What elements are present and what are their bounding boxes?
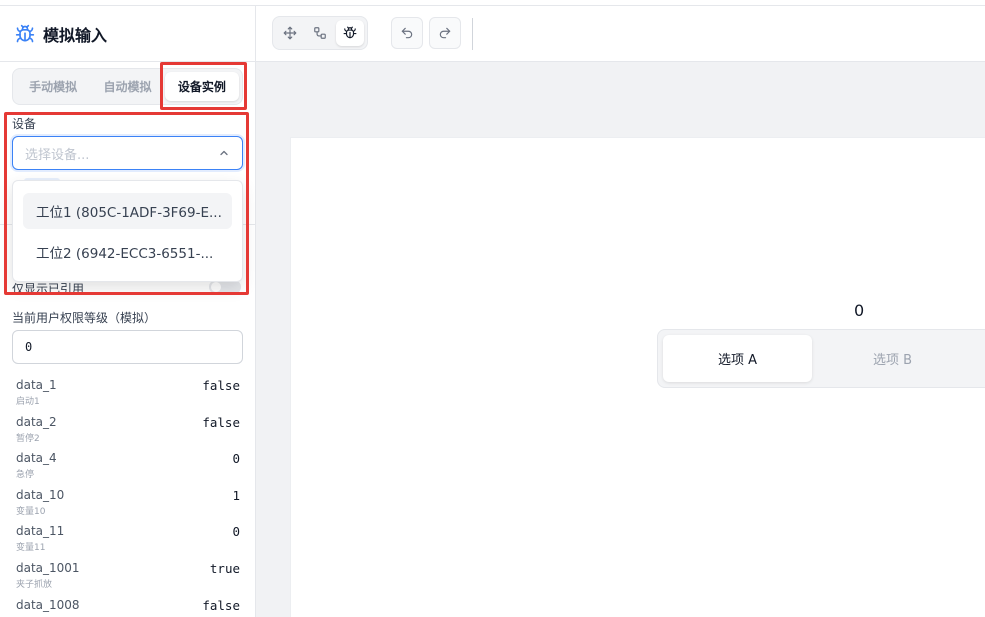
variable-list: data_1 启动1 false data_2 暂停2 false data_4… [16,378,240,617]
sidebar-title: 模拟输入 [43,25,108,45]
segment-option-a[interactable]: 选项 A [663,335,812,382]
device-label: 设备 [12,117,37,131]
value-display: 0 [854,301,865,320]
variable-value: false [202,378,240,393]
variable-description: 暂停2 [16,433,40,444]
variable-name: data_4 [16,451,57,466]
segment-option-b[interactable]: 选项 B [818,335,967,382]
variable-description: 变量11 [16,543,46,554]
toolbar-divider [472,18,473,50]
editor-canvas[interactable]: 0 选项 A 选项 B [256,62,985,617]
device-option-1[interactable]: 工位1 (805C-1ADF-3F69-E... [23,193,232,229]
sidebar-header: 模拟输入 [0,6,255,62]
variable-value: true [209,560,240,576]
permission-label: 当前用户权限等级（模拟） [12,311,157,325]
variable-name: data_2 [16,414,57,429]
redo-icon [439,27,451,39]
variable-description: 急停 [16,470,35,481]
section-divider [243,224,256,225]
variable-name: data_1001 [16,560,80,575]
variable-description: 夹子抓放 [16,579,53,590]
bug-icon [15,24,35,42]
device-option-2[interactable]: 工位2 (6942-ECC3-6551-... [23,234,232,270]
variable-name: data_10 [16,487,65,502]
device-dropdown: 工位1 (805C-1ADF-3F69-E... 工位2 (6942-ECC3-… [12,180,243,282]
nodes-tool-button[interactable] [306,20,334,46]
only-referenced-toggle[interactable] [209,280,241,294]
chevron-up-icon [220,150,228,156]
variable-name: data_11 [16,524,65,539]
variable-description: 变量10 [16,506,46,517]
editor-toolbar [256,6,985,62]
nodes-icon [314,27,326,39]
simulate-tool-button[interactable] [336,20,364,46]
mode-tabs: 手动模拟 自动模拟 设备实例 [12,68,243,105]
device-select[interactable]: 选择设备... [12,136,243,170]
undo-button[interactable] [391,17,423,49]
variable-name: data_1 [16,378,57,392]
redo-button[interactable] [429,17,461,49]
variable-value: 0 [232,451,240,467]
history-group [388,16,464,50]
tab-manual-simulation[interactable]: 手动模拟 [16,72,90,101]
variable-value: false [202,414,240,430]
bug-icon [343,26,357,39]
option-segmented-control: 选项 A 选项 B [657,329,985,388]
section-divider [0,224,12,225]
list-item[interactable]: data_1 启动1 false [16,378,240,415]
move-icon [283,26,297,40]
move-tool-button[interactable] [276,20,304,46]
variable-name: data_1008 [16,597,80,612]
variable-value: false [202,597,240,613]
undo-icon [401,27,413,39]
variable-value: 1 [232,487,240,503]
tab-auto-simulation[interactable]: 自动模拟 [90,72,164,101]
variable-description: 启动1 [16,397,40,407]
list-item[interactable]: data_4 急停 0 [16,451,240,488]
list-item[interactable]: data_1008 false [16,598,240,617]
variable-value: 0 [232,524,240,540]
device-select-placeholder: 选择设备... [25,147,90,163]
list-item[interactable]: data_11 变量11 0 [16,524,240,561]
list-item[interactable]: data_1001 夹子抓放 true [16,561,240,598]
tool-mode-group [272,16,368,50]
tab-device-instance[interactable]: 设备实例 [164,72,239,101]
list-item[interactable]: data_10 变量10 1 [16,488,240,525]
permission-input[interactable]: 0 [12,330,243,364]
only-referenced-label: 仅显示已引用 [12,282,85,296]
list-item[interactable]: data_2 暂停2 false [16,415,240,452]
toggle-knob [211,282,221,292]
